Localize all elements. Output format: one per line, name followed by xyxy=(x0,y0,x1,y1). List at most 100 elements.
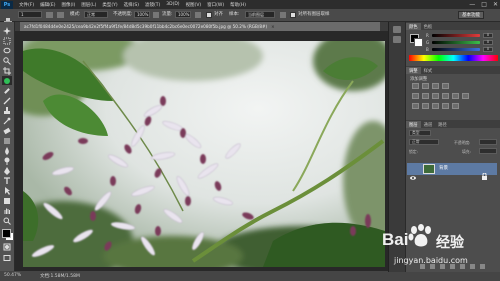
layer-opacity-input[interactable] xyxy=(479,139,497,145)
quick-mask-icon[interactable] xyxy=(2,242,12,251)
pen-tool-icon[interactable] xyxy=(2,166,12,175)
color-spectrum-bar[interactable] xyxy=(409,55,498,61)
menu-view[interactable]: 视图(V) xyxy=(186,2,202,8)
maximize-button[interactable]: □ xyxy=(481,1,487,8)
crop-tool-icon[interactable] xyxy=(2,66,12,75)
curves-adjust-icon[interactable] xyxy=(432,83,439,89)
close-document-icon[interactable]: × xyxy=(271,24,275,29)
airbrush-icon[interactable] xyxy=(195,12,201,18)
marquee-tool-icon[interactable] xyxy=(2,36,12,45)
properties-panel-icon[interactable] xyxy=(393,36,401,43)
green-value[interactable]: 0 xyxy=(483,40,493,45)
foreground-color-swatch[interactable] xyxy=(2,229,11,238)
clone-source-icon[interactable] xyxy=(57,12,64,18)
eraser-tool-icon[interactable] xyxy=(2,126,12,135)
healing-brush-tool-icon[interactable] xyxy=(2,86,12,95)
clone-stamp-icon[interactable] xyxy=(3,11,13,26)
quick-select-tool-icon[interactable] xyxy=(2,56,12,65)
brush-settings-icon[interactable] xyxy=(46,12,53,18)
green-track[interactable] xyxy=(432,41,480,44)
move-tool-icon[interactable] xyxy=(2,26,12,35)
blend-mode-select[interactable]: 正常 xyxy=(409,139,439,145)
menu-window[interactable]: 窗口(W) xyxy=(207,2,224,8)
path-selection-tool-icon[interactable] xyxy=(2,186,12,195)
shape-tool-icon[interactable] xyxy=(2,196,12,205)
flow-input[interactable]: 100% xyxy=(175,11,191,18)
hand-tool-icon[interactable] xyxy=(2,206,12,215)
menu-type[interactable]: 类型(Y) xyxy=(102,2,117,8)
history-brush-tool-icon[interactable] xyxy=(2,116,12,125)
mode-label: 模式: xyxy=(70,12,81,17)
menu-help[interactable]: 帮助(H) xyxy=(230,2,246,8)
sample-all-layers-checkbox[interactable] xyxy=(290,12,296,18)
zoom-tool-icon[interactable] xyxy=(2,216,12,225)
minimize-button[interactable]: — xyxy=(469,1,475,8)
lasso-tool-icon[interactable] xyxy=(2,46,12,55)
dodge-tool-icon[interactable] xyxy=(2,156,12,165)
brush-size-picker[interactable]: 1 xyxy=(18,11,42,18)
menu-filter[interactable]: 滤镜(T) xyxy=(145,2,160,8)
opacity-input[interactable]: 100% xyxy=(134,11,150,18)
gradient-tool-icon[interactable] xyxy=(2,136,12,145)
vibrance-adjust-icon[interactable] xyxy=(412,93,419,99)
eyedropper-tool-icon[interactable] xyxy=(2,76,12,85)
pressure-opacity-icon[interactable] xyxy=(153,12,159,18)
tab-adjustments[interactable]: 调整 xyxy=(406,67,421,74)
workspace-button[interactable]: 基本功能 xyxy=(458,11,484,19)
invert-adjust-icon[interactable] xyxy=(412,103,419,109)
clone-stamp-tool-icon[interactable] xyxy=(2,106,12,115)
tab-layers[interactable]: 图层 xyxy=(406,121,421,128)
document-tab[interactable]: ac7fd1f0484d4e0e2425/cea9b42e2f5ff4a9f1f… xyxy=(20,22,380,31)
sample-select[interactable]: 当前图层 xyxy=(245,11,275,18)
blue-track[interactable] xyxy=(432,48,480,51)
close-window-button[interactable]: ✕ xyxy=(493,1,498,8)
brightness-adjust-icon[interactable] xyxy=(412,83,419,89)
eye-visibility-icon[interactable] xyxy=(410,166,416,180)
levels-adjust-icon[interactable] xyxy=(422,83,429,89)
menu-layer[interactable]: 图层(L) xyxy=(81,2,96,8)
color-balance-adjust-icon[interactable] xyxy=(432,93,439,99)
screen-mode-icon[interactable] xyxy=(2,253,12,262)
selective-color-adjust-icon[interactable] xyxy=(452,103,459,109)
fill-input[interactable] xyxy=(479,148,497,154)
menu-select[interactable]: 选择(S) xyxy=(124,2,139,8)
mode-select[interactable]: 正常 xyxy=(84,11,108,18)
black-white-adjust-icon[interactable] xyxy=(442,93,449,99)
panel-background-swatch[interactable] xyxy=(414,38,423,47)
hue-saturation-adjust-icon[interactable] xyxy=(422,93,429,99)
menu-file[interactable]: 文件(F) xyxy=(19,2,34,8)
exposure-adjust-icon[interactable] xyxy=(442,83,449,89)
tab-paths[interactable]: 路径 xyxy=(435,121,450,128)
blue-slider[interactable]: B 0 xyxy=(426,47,493,52)
menu-edit[interactable]: 编辑(E) xyxy=(40,2,55,8)
opacity-value: 100% xyxy=(137,12,149,17)
layer-name[interactable]: 背景 xyxy=(439,165,448,171)
blue-value[interactable]: 0 xyxy=(483,47,493,52)
tab-channels[interactable]: 通道 xyxy=(421,121,436,128)
history-panel-icon[interactable] xyxy=(393,26,401,33)
aligned-checkbox[interactable] xyxy=(206,12,212,18)
type-tool-icon[interactable] xyxy=(2,176,12,185)
channel-mixer-adjust-icon[interactable] xyxy=(462,93,469,99)
posterize-adjust-icon[interactable] xyxy=(422,103,429,109)
zoom-level[interactable]: 50.47% xyxy=(4,273,21,278)
tab-swatches[interactable]: 色板 xyxy=(421,23,436,30)
layer-kind-filter[interactable]: 类型 xyxy=(409,130,431,136)
brush-tool-icon[interactable] xyxy=(2,96,12,105)
red-track[interactable] xyxy=(432,34,480,37)
menu-3d[interactable]: 3D(D) xyxy=(166,2,179,7)
green-slider[interactable]: G 0 xyxy=(426,40,493,45)
ignore-adjustment-icon[interactable] xyxy=(280,12,286,18)
tab-styles[interactable]: 样式 xyxy=(421,67,436,74)
canvas-image[interactable] xyxy=(23,41,385,267)
menu-image[interactable]: 图像(I) xyxy=(61,2,75,8)
gradient-map-adjust-icon[interactable] xyxy=(442,103,449,109)
threshold-adjust-icon[interactable] xyxy=(432,103,439,109)
watermark-url: jingyan.baidu.com xyxy=(394,256,468,265)
red-slider[interactable]: R 0 xyxy=(426,33,493,38)
blur-tool-icon[interactable] xyxy=(2,146,12,155)
photo-filter-adjust-icon[interactable] xyxy=(452,93,459,99)
red-value[interactable]: 0 xyxy=(483,33,493,38)
photoshop-logo: Ps xyxy=(1,0,13,9)
tab-color[interactable]: 颜色 xyxy=(406,23,421,30)
